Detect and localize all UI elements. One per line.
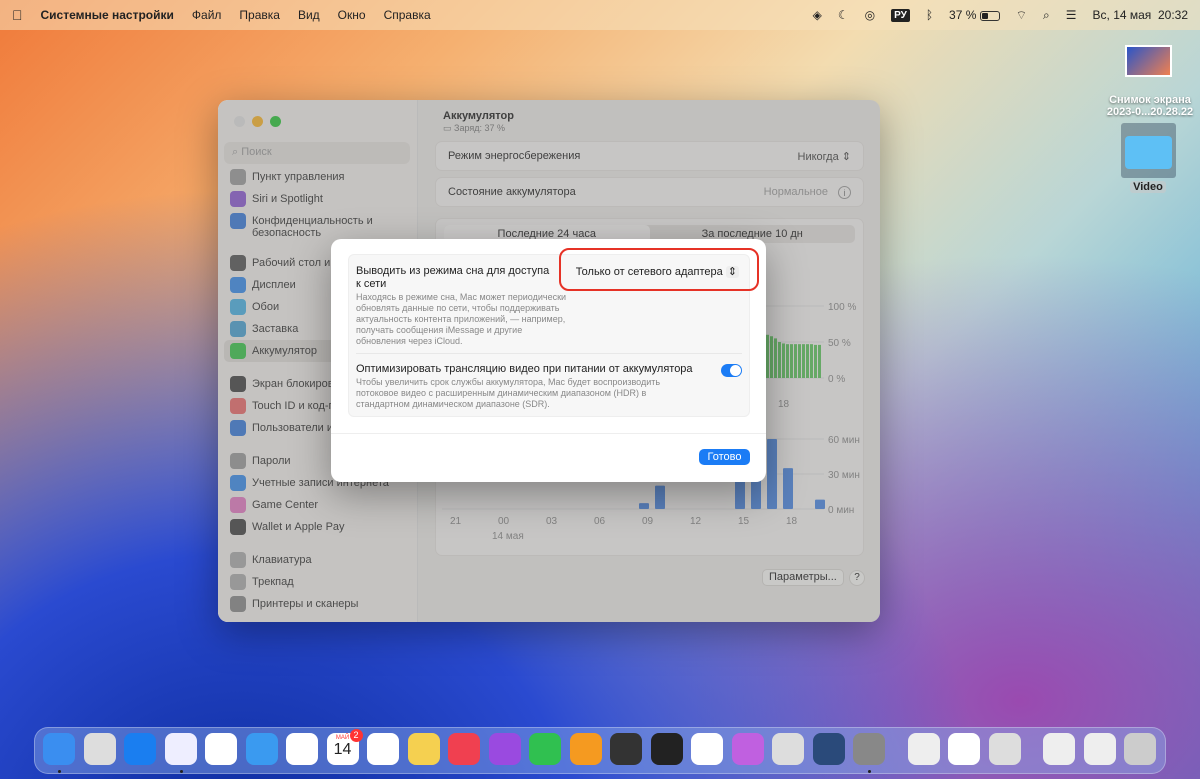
dock-trash-icon[interactable] <box>1124 733 1156 765</box>
video-optimize-toggle[interactable] <box>721 364 742 377</box>
battery-percent: 37 % <box>949 8 977 22</box>
moon-icon[interactable]: ☾ <box>838 8 849 22</box>
dock-numbers-icon[interactable] <box>529 733 561 765</box>
wake-network-title: Выводить из режима сна для доступа к сет… <box>356 265 550 290</box>
layers-icon[interactable]: ◈ <box>813 8 822 22</box>
dock-system-settings-icon[interactable] <box>853 733 885 765</box>
video-optimize-description: Чтобы увеличить срок службы аккумулятора… <box>356 377 661 409</box>
dock-telegram-icon[interactable] <box>691 733 723 765</box>
input-source[interactable]: РУ <box>891 8 910 22</box>
dock-notes-icon[interactable] <box>407 733 440 765</box>
date: Вс, 14 мая <box>1092 8 1152 22</box>
menu-edit[interactable]: Правка <box>239 8 280 22</box>
running-indicator <box>179 770 183 773</box>
dock-mail-icon[interactable] <box>245 733 278 765</box>
dock-safari-icon[interactable] <box>164 733 197 765</box>
menu-bar:  Системные настройки Файл Правка Вид Ок… <box>0 0 1200 30</box>
desktop-screenshot-label: Снимок экрана 2023-0...20.28.22 <box>1106 94 1194 118</box>
clock[interactable]: Вс, 14 мая 20:32 <box>1093 8 1188 22</box>
dock-final-cut-pro-icon[interactable] <box>610 733 642 765</box>
search-icon[interactable]: ⌕ <box>1043 8 1050 23</box>
dock: МАЙ 14 2 <box>34 727 1166 774</box>
dock-pages-icon[interactable] <box>569 733 602 765</box>
menu-window[interactable]: Окно <box>338 8 366 22</box>
folder-icon[interactable] <box>1121 123 1176 178</box>
dock-compressor-icon[interactable] <box>650 733 683 765</box>
dock-app-store-icon[interactable] <box>124 733 156 765</box>
dock-photos-icon[interactable] <box>286 733 318 765</box>
apple-menu-icon[interactable]:  <box>12 7 23 23</box>
dock-yandex-icon[interactable] <box>948 733 980 765</box>
dock-preview-icon[interactable] <box>988 733 1021 765</box>
battery-options-dialog: Выводить из режима сна для доступа к сет… <box>331 239 766 482</box>
dock-music-file-icon[interactable] <box>1043 733 1075 765</box>
calendar-day: 14 <box>333 741 352 758</box>
wifi-icon[interactable]: ⌔ <box>1016 8 1027 23</box>
dock-launchpad-icon[interactable] <box>83 733 116 765</box>
calendar-badge: 2 <box>349 729 363 742</box>
control-center-icon[interactable]: ☰ <box>1066 8 1077 22</box>
video-optimize-title: Оптимизировать трансляцию видео при пита… <box>356 363 693 375</box>
airdrop-icon[interactable]: ◎ <box>865 8 875 22</box>
dock-fan-control-icon[interactable] <box>907 733 940 765</box>
battery-status[interactable]: 37 % <box>949 8 1000 22</box>
dock-finder-icon[interactable] <box>43 733 75 765</box>
dock-chrome-icon[interactable] <box>205 733 237 765</box>
desktop-screenshot-file[interactable] <box>1125 45 1172 77</box>
menu-app[interactable]: Системные настройки <box>41 8 174 22</box>
highlight-annotation <box>559 248 759 291</box>
menu-file[interactable]: Файл <box>192 8 222 22</box>
bluetooth-icon[interactable]: ᛒ <box>926 8 933 22</box>
wake-network-description: Находясь в режиме сна, Mac может периоди… <box>356 292 567 346</box>
menu-help[interactable]: Справка <box>384 8 431 22</box>
running-indicator <box>58 770 61 773</box>
dock-calendar-icon[interactable]: МАЙ 14 2 <box>326 729 363 765</box>
dock-screenshot-file-icon[interactable] <box>1083 733 1116 765</box>
time: 20:32 <box>1157 8 1188 22</box>
dock-affinity-designer-icon[interactable] <box>731 733 764 765</box>
battery-icon <box>979 10 1000 21</box>
dock-screen-app-icon[interactable] <box>812 733 845 765</box>
dock-podcasts-icon[interactable] <box>488 733 521 765</box>
dock-reminders-icon[interactable] <box>367 733 399 765</box>
dock-pixelmator-icon[interactable] <box>772 733 804 765</box>
running-indicator <box>868 770 871 773</box>
folder-label: Video <box>1130 181 1166 193</box>
done-button[interactable]: Готово <box>699 449 750 465</box>
dock-music-icon[interactable] <box>448 733 480 765</box>
menu-view[interactable]: Вид <box>298 8 320 22</box>
